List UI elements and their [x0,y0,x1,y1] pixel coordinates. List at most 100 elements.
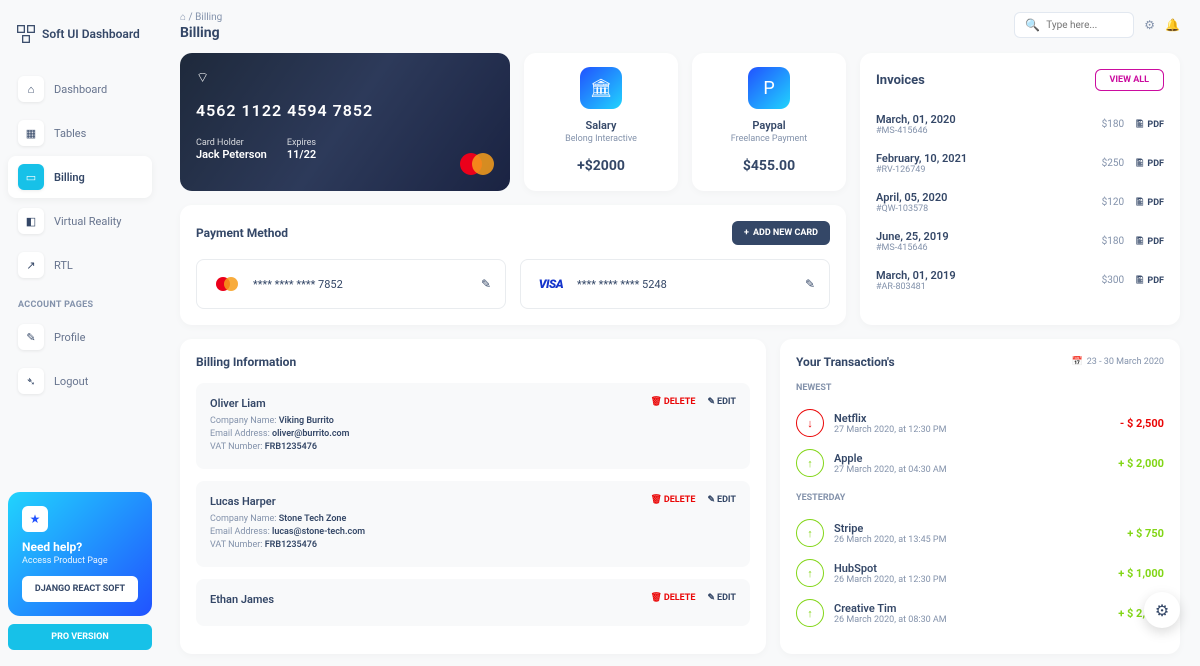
pdf-link[interactable]: 🖺 PDF [1136,273,1164,289]
view-all-button[interactable]: VIEW ALL [1095,69,1164,91]
breadcrumb-home[interactable]: ⌂ [180,12,186,23]
pencil-icon: ✎ [707,593,715,603]
invoice-id: #MS-415646 [876,243,949,253]
sidebar-item-billing[interactable]: ▭Billing [8,156,152,198]
tx-amount: + $ 2,000 [1118,457,1164,470]
pdf-link[interactable]: 🖺 PDF [1136,195,1164,211]
invoice-row: April, 05, 2020#QW-103578$120🖺 PDF [876,183,1164,222]
invoice-date: March, 01, 2020 [876,113,956,126]
edit-button[interactable]: ✎ EDIT [707,495,736,505]
gear-icon: ⚙ [1155,601,1169,620]
gear-icon[interactable]: ⚙ [1144,18,1155,32]
transaction-row: ↓Netflix27 March 2020, at 12:30 PM- $ 2,… [796,403,1164,443]
sidebar-item-virtual-reality[interactable]: ◧ Virtual Reality [8,200,152,242]
pdf-icon: 🖺 [1136,195,1143,211]
edit-button[interactable]: ✎ EDIT [707,593,736,603]
pdf-link[interactable]: 🖺 PDF [1136,156,1164,172]
pdf-link[interactable]: 🖺 PDF [1136,234,1164,250]
sidebar-item-profile[interactable]: ✎Profile [8,316,152,358]
pdf-icon: 🖺 [1136,234,1143,250]
transaction-row: ↑HubSpot26 March 2020, at 12:30 PM+ $ 1,… [796,553,1164,593]
pdf-link[interactable]: 🖺 PDF [1136,117,1164,133]
transactions-title: Your Transaction's [796,355,895,369]
payment-method-card: Payment Method + ADD NEW CARD **** **** … [180,205,846,325]
bank-icon: 🏛 [580,67,622,109]
transaction-row: ↑Apple27 March 2020, at 04:30 AM+ $ 2,00… [796,443,1164,483]
calendar-icon: 📅 [1072,357,1083,367]
wifi-icon: ⌔ [196,69,494,87]
cc-holder: Jack Peterson [196,148,267,161]
trash-icon: 🗑 [650,593,661,603]
nav-label: Virtual Reality [54,215,121,228]
credit-card: ⌔ 4562 1122 4594 7852 Card Holder Jack P… [180,53,510,191]
config-fab[interactable]: ⚙ [1144,592,1180,628]
invoice-amount: $300 [1102,275,1124,286]
card-number: **** **** **** 5248 [577,278,667,291]
delete-button[interactable]: 🗑 DELETE [650,397,695,407]
add-card-button[interactable]: + ADD NEW CARD [732,221,830,245]
paypal-icon: P [748,67,790,109]
visa-icon: VISA [535,274,567,294]
delete-button[interactable]: 🗑 DELETE [650,593,695,603]
invoice-date: February, 10, 2021 [876,152,967,165]
delete-button[interactable]: 🗑 DELETE [650,495,695,505]
invoice-id: #RV-126749 [876,165,967,175]
mastercard-icon [211,274,243,294]
pdf-icon: 🖺 [1136,273,1143,289]
nav-icon: ◧ [18,208,44,234]
billing-row: Lucas HarperCompany Name: Stone Tech Zon… [196,481,750,567]
pencil-icon: ✎ [707,495,715,505]
tx-name: Netflix [834,412,946,425]
tx-amount: + $ 750 [1127,527,1164,540]
arrow-up-icon: ↑ [796,519,824,547]
nav-label: Dashboard [54,83,107,96]
search-input[interactable] [1046,20,1123,31]
billing-title: Billing Information [196,355,750,369]
invoice-amount: $250 [1102,158,1124,169]
pro-button[interactable]: PRO VERSION [8,624,152,650]
plus-icon: + [744,228,749,238]
docs-button[interactable]: DJANGO REACT SOFT [22,576,138,602]
help-title: Need help? [22,540,138,554]
brand: Soft UI Dashboard [8,16,152,52]
nav-icon: ✎ [18,324,44,350]
transaction-row: ↑Stripe26 March 2020, at 13:45 PM+ $ 750 [796,513,1164,553]
pencil-icon[interactable]: ✎ [805,277,815,291]
arrow-up-icon: ↑ [796,599,824,627]
nav-label: Logout [54,375,88,388]
tx-time: 26 March 2020, at 08:30 AM [834,615,947,625]
pencil-icon[interactable]: ✎ [481,277,491,291]
card-number: **** **** **** 7852 [253,278,343,291]
tx-name: Stripe [834,522,946,535]
sidebar-item-dashboard[interactable]: ⌂Dashboard [8,68,152,110]
main: ⌂ / Billing Billing 🔍 ⚙ 🔔 ⌔ 4562 1122 45… [160,0,1200,666]
invoice-amount: $120 [1102,197,1124,208]
brand-label: Soft UI Dashboard [42,27,140,41]
search-box[interactable]: 🔍 [1014,12,1134,38]
mastercard-icon [460,153,494,175]
tx-amount: + $ 1,000 [1118,567,1164,580]
help-subtitle: Access Product Page [22,556,138,566]
billing-row: Ethan James🗑 DELETE✎ EDIT [196,579,750,626]
edit-button[interactable]: ✎ EDIT [707,397,736,407]
billing-row: Oliver LiamCompany Name: Viking BurritoE… [196,383,750,469]
pdf-icon: 🖺 [1136,156,1143,172]
search-icon: 🔍 [1025,18,1040,32]
pdf-icon: 🖺 [1136,117,1143,133]
invoice-date: March, 01, 2019 [876,269,956,282]
bell-icon[interactable]: 🔔 [1165,18,1180,32]
arrow-up-icon: ↑ [796,449,824,477]
invoice-date: April, 05, 2020 [876,191,947,204]
sidebar-item-logout[interactable]: ➴Logout [8,360,152,402]
sidebar-item-rtl[interactable]: ↗RTL [8,244,152,286]
sidebar-item-tables[interactable]: ▦Tables [8,112,152,154]
tx-time: 27 March 2020, at 12:30 PM [834,425,946,435]
cc-number: 4562 1122 4594 7852 [196,101,494,120]
arrow-down-icon: ↓ [796,409,824,437]
help-card: ★ Need help? Access Product Page DJANGO … [8,492,152,616]
star-icon: ★ [22,506,48,532]
trash-icon: 🗑 [650,495,661,505]
nav-label: Billing [54,171,85,184]
tx-name: Creative Tim [834,602,947,615]
invoices-card: Invoices VIEW ALL March, 01, 2020#MS-415… [860,53,1180,325]
